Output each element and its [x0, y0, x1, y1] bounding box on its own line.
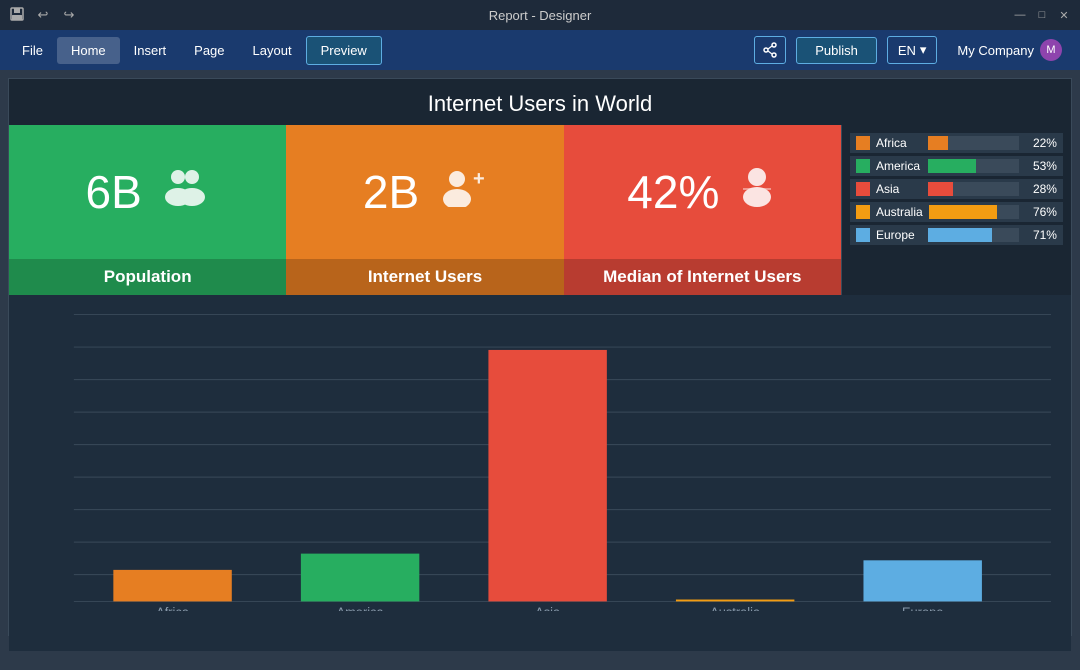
menubar-right: Publish EN ▾ My Company M: [754, 34, 1072, 66]
report-container: Internet Users in World 6B Popu: [8, 78, 1072, 636]
legend-pct-australia: 76%: [1025, 205, 1057, 219]
legend-bar-africa: [928, 136, 948, 150]
svg-text:+: +: [473, 168, 485, 190]
internet-users-value: 2B: [363, 165, 419, 219]
save-button[interactable]: [8, 6, 26, 24]
report-area: Internet Users in World 6B Popu: [0, 70, 1080, 644]
report-title: Internet Users in World: [9, 79, 1071, 125]
legend-pct-asia: 28%: [1025, 182, 1057, 196]
legend-color-australia: [856, 205, 870, 219]
median-label: Median of Internet Users: [564, 259, 841, 295]
bar-africa: [113, 570, 231, 602]
legend-pct-america: 53%: [1025, 159, 1057, 173]
svg-text:Africa: Africa: [156, 606, 190, 611]
legend-track-africa: [928, 136, 1019, 150]
legend-item-asia: Asia 28%: [850, 179, 1063, 199]
chart-section: 4.5B 4B 3.5B 3B 2.5B 2B 1.5B 1B 500M 0: [9, 295, 1071, 651]
stats-row: 6B Population 2B: [9, 125, 1071, 295]
close-button[interactable]: ✕: [1056, 7, 1072, 23]
legend-pct-europe: 71%: [1025, 228, 1057, 242]
legend-track-europe: [928, 228, 1019, 242]
legend-name-america: America: [876, 159, 922, 173]
quick-access-toolbar: ↩ ↪: [8, 6, 78, 24]
menu-bar: File Home Insert Page Layout Preview Pub…: [0, 30, 1080, 70]
population-label: Population: [9, 259, 286, 295]
legend-panel: Africa 22% America 5: [841, 125, 1071, 295]
legend-bar-america: [928, 159, 976, 173]
legend-color-africa: [856, 136, 870, 150]
stat-top-median: 42%: [564, 125, 841, 259]
window-title: Report - Designer: [489, 8, 592, 23]
population-icon: [160, 167, 210, 217]
window-controls: — □ ✕: [1012, 7, 1072, 23]
menu-file[interactable]: File: [8, 37, 57, 64]
stat-top-internet-users: 2B +: [286, 125, 563, 259]
stat-card-population: 6B Population: [9, 125, 286, 295]
internet-users-label: Internet Users: [286, 259, 563, 295]
bar-asia: [488, 350, 606, 601]
company-avatar: M: [1040, 39, 1062, 61]
internet-users-icon: +: [437, 167, 487, 217]
stat-card-internet-users: 2B + Internet Users: [286, 125, 563, 295]
median-icon: [737, 167, 777, 217]
menu-insert[interactable]: Insert: [120, 37, 181, 64]
median-value: 42%: [627, 165, 719, 219]
stat-top-population: 6B: [9, 125, 286, 259]
legend-name-australia: Australia: [876, 205, 923, 219]
menu-home[interactable]: Home: [57, 37, 120, 64]
redo-button[interactable]: ↪: [60, 6, 78, 24]
legend-track-australia: [929, 205, 1019, 219]
legend-name-africa: Africa: [876, 136, 922, 150]
svg-text:Europe: Europe: [902, 606, 943, 611]
company-menu[interactable]: My Company M: [947, 34, 1072, 66]
legend-pct-africa: 22%: [1025, 136, 1057, 150]
menu-layout[interactable]: Layout: [239, 37, 306, 64]
maximize-button[interactable]: □: [1034, 7, 1050, 23]
title-bar: ↩ ↪ Report - Designer — □ ✕: [0, 0, 1080, 30]
legend-track-america: [928, 159, 1019, 173]
language-selector[interactable]: EN ▾: [887, 36, 938, 64]
legend-bar-australia: [929, 205, 998, 219]
menu-preview[interactable]: Preview: [306, 36, 382, 65]
legend-track-asia: [928, 182, 1019, 196]
legend-bar-asia: [928, 182, 954, 196]
minimize-button[interactable]: —: [1012, 7, 1028, 23]
legend-bar-europe: [928, 228, 993, 242]
legend-name-europe: Europe: [876, 228, 922, 242]
svg-text:America: America: [337, 606, 385, 611]
bar-chart: 4.5B 4B 3.5B 3B 2.5B 2B 1.5B 1B 500M 0: [64, 305, 1051, 611]
svg-text:Australia: Australia: [710, 606, 761, 611]
legend-color-europe: [856, 228, 870, 242]
bar-europe: [863, 560, 981, 601]
legend-item-africa: Africa 22%: [850, 133, 1063, 153]
legend-item-america: America 53%: [850, 156, 1063, 176]
legend-name-asia: Asia: [876, 182, 922, 196]
share-button[interactable]: [754, 36, 786, 64]
publish-button[interactable]: Publish: [796, 37, 877, 64]
svg-text:Asia: Asia: [535, 606, 561, 611]
bar-america: [301, 554, 419, 602]
legend-color-asia: [856, 182, 870, 196]
undo-button[interactable]: ↩: [34, 6, 52, 24]
population-value: 6B: [86, 165, 142, 219]
legend-color-america: [856, 159, 870, 173]
stat-card-median: 42% Median of Internet Users: [564, 125, 841, 295]
legend-item-europe: Europe 71%: [850, 225, 1063, 245]
legend-item-australia: Australia 76%: [850, 202, 1063, 222]
menu-page[interactable]: Page: [180, 37, 238, 64]
company-label: My Company: [957, 43, 1034, 58]
bar-australia: [676, 600, 794, 602]
